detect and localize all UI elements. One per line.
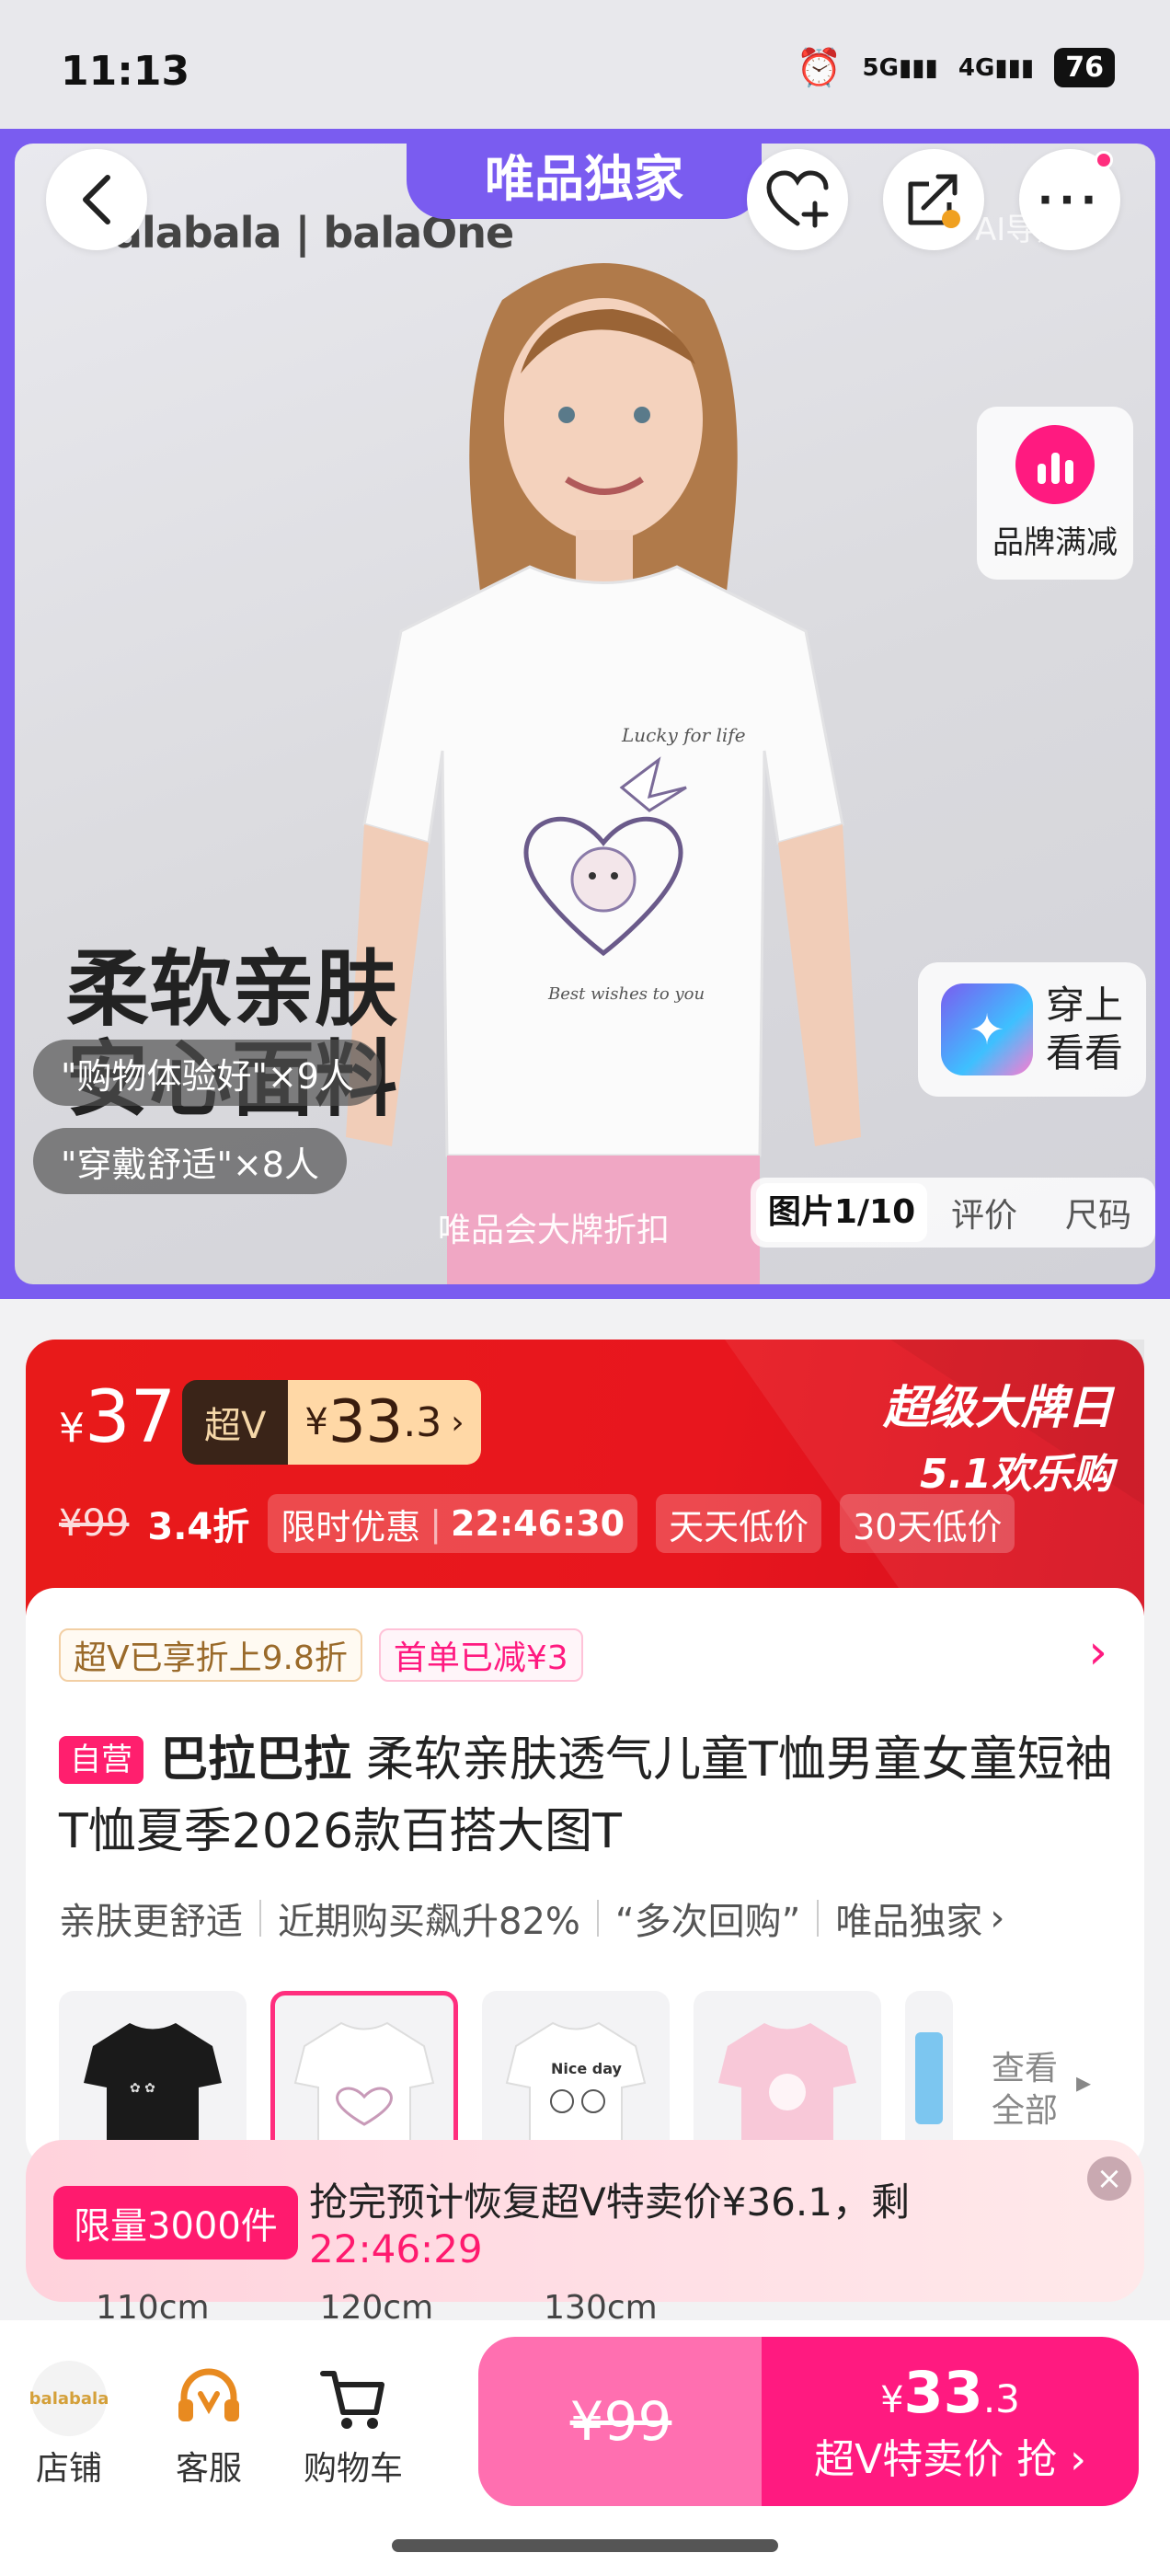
brand-name: 巴拉巴拉 xyxy=(160,1732,352,1788)
watermark: 唯品会大牌折扣 xyxy=(438,1212,671,1249)
self-operated-tag: 自营 xyxy=(59,1736,143,1784)
gallery-tabs: 图片1/10 评价 尺码 xyxy=(751,1178,1155,1248)
product-detail-card: 超V已享折上9.8折 首单已减¥3 › 自营 巴拉巴拉 柔软亲肤透气儿童T恤男童女童… xyxy=(26,1588,1144,2168)
heart-plus-icon xyxy=(766,170,829,228)
original-price: ¥99 xyxy=(59,1502,130,1545)
feature-1: 亲肤更舒适 xyxy=(59,1901,243,1943)
countdown: 22:46:30 xyxy=(451,1503,625,1544)
signal-5g-icon: 5G▮▮▮ xyxy=(862,53,938,82)
try-on-icon: ✦ xyxy=(940,983,1033,1075)
svg-text:Lucky for life: Lucky for life xyxy=(621,724,746,746)
buy-button[interactable]: ¥33.3 超V特卖价 抢 › xyxy=(762,2337,1139,2506)
try-on-label-2: 看看 xyxy=(1045,1030,1123,1075)
review-bubble-2: "穿戴舒适"×8人 xyxy=(33,1128,347,1194)
headline-line-1: 柔软亲肤 xyxy=(66,941,397,1038)
home-indicator xyxy=(392,2539,778,2552)
ai-guide-label[interactable]: AI导购 xyxy=(975,204,1068,249)
svg-text:Nice day: Nice day xyxy=(551,2060,623,2077)
signal-4g-icon: 4G▮▮▮ xyxy=(958,53,1035,82)
battery-icon: 76 xyxy=(1054,48,1115,87)
feature-4: 唯品独家 xyxy=(835,1901,983,1943)
feature-3: “多次回购” xyxy=(614,1901,801,1943)
price-tags-row: ¥99 3.4折 限时优惠 | 22:46:30 天天低价 30天低价 xyxy=(59,1494,1015,1553)
discount-rate: 3.4折 xyxy=(147,1506,250,1548)
svg-text:✿ ✿: ✿ ✿ xyxy=(130,2081,155,2096)
limited-banner[interactable]: 限量3000件 抢完预计恢复超V特卖价¥36.1，剩 22:46:29 × xyxy=(26,2140,1144,2302)
superv-label: 超V xyxy=(182,1380,289,1465)
tab-reviews[interactable]: 评价 xyxy=(927,1189,1041,1236)
status-bar: 11:13 ⏰ 5G▮▮▮ 4G▮▮▮ 76 xyxy=(0,0,1170,129)
superv-discount-chip: 超V已享折上9.8折 xyxy=(59,1628,362,1682)
tab-size[interactable]: 尺码 xyxy=(1041,1189,1155,1236)
chevron-right-icon: › xyxy=(451,1403,465,1442)
brand-discount-card[interactable]: 品牌满减 xyxy=(977,407,1133,580)
superv-price-tag[interactable]: 超V ¥33.3 › xyxy=(182,1380,481,1465)
try-on-label-1: 穿上 xyxy=(1045,983,1123,1028)
limited-tag: 限量3000件 xyxy=(53,2186,298,2260)
nav-service[interactable]: 客服 xyxy=(171,2361,247,2490)
share-icon xyxy=(908,174,960,228)
price-card: ¥37 超V ¥33.3 › 超级大牌日 5.1欢乐购 ¥99 3.4折 限时优惠… xyxy=(26,1340,1144,1616)
brand-discount-icon xyxy=(1015,424,1095,504)
event-line-2: 5.1欢乐购 xyxy=(920,1451,1113,1498)
status-icons: ⏰ 5G▮▮▮ 4G▮▮▮ 76 xyxy=(797,46,1115,89)
event-line-1: 超级大牌日 xyxy=(883,1381,1113,1434)
arrow-right-icon: ▸ xyxy=(1076,2064,1092,2099)
event-badge: 超级大牌日 5.1欢乐购 xyxy=(883,1371,1113,1500)
status-time: 11:13 xyxy=(61,48,190,95)
chevron-right-icon[interactable]: › xyxy=(1088,1625,1107,1680)
svg-text:Best wishes to you: Best wishes to you xyxy=(547,984,705,1004)
model-illustration: Lucky for life Best wishes to you xyxy=(346,263,861,1284)
alarm-icon: ⏰ xyxy=(796,47,843,89)
banner-countdown: 22:46:29 xyxy=(309,2226,483,2271)
original-price-button[interactable]: ¥99 xyxy=(478,2337,763,2506)
product-gallery[interactable]: balabala | balaOne Lucky for life Best w… xyxy=(0,129,1170,1299)
superv-price: ¥33.3 › xyxy=(288,1380,481,1465)
chevron-left-icon xyxy=(83,175,110,224)
buy-label: 超V特卖价 抢 › xyxy=(814,2435,1086,2483)
favorite-button[interactable] xyxy=(747,149,848,250)
promo-chips[interactable]: 超V已享折上9.8折 首单已减¥3 xyxy=(59,1628,583,1682)
shop-logo-icon: balabala xyxy=(29,2361,109,2436)
tab-photos[interactable]: 图片1/10 xyxy=(756,1183,927,1242)
feature-2: 近期购买飙升82% xyxy=(278,1901,580,1943)
cart-icon xyxy=(320,2371,384,2429)
nav-shop[interactable]: balabala 店铺 xyxy=(29,2361,109,2490)
close-icon[interactable]: × xyxy=(1087,2156,1131,2201)
try-on-card[interactable]: ✦ 穿上 看看 xyxy=(918,962,1146,1097)
brand-discount-label: 品牌满减 xyxy=(992,523,1118,561)
review-bubble-1: "购物体验好"×9人 xyxy=(33,1040,382,1106)
share-button[interactable] xyxy=(883,149,984,250)
product-image[interactable]: balabala | balaOne Lucky for life Best w… xyxy=(15,144,1155,1284)
view-all-button[interactable]: 查看 全部 xyxy=(992,2048,1058,2133)
first-order-chip: 首单已减¥3 xyxy=(378,1628,583,1682)
feature-row[interactable]: 亲肤更舒适 近期购买飙升82% “多次回购” 唯品独家 › xyxy=(59,1892,1004,1945)
limited-offer-tag: 限时优惠 | 22:46:30 xyxy=(268,1494,638,1553)
headset-icon xyxy=(178,2368,239,2421)
daily-low-tag: 天天低价 xyxy=(656,1494,822,1553)
back-button[interactable] xyxy=(46,149,147,250)
chevron-right-icon: › xyxy=(1057,2435,1086,2483)
current-price: ¥37 xyxy=(59,1376,177,1459)
notification-dot xyxy=(1095,151,1113,169)
banner-text: 抢完预计恢复超V特卖价¥36.1，剩 xyxy=(309,2179,910,2225)
product-title: 自营 巴拉巴拉 柔软亲肤透气儿童T恤男童女童短袖T恤夏季2026款百搭大图T xyxy=(59,1724,1117,1868)
thirty-day-low-tag: 30天低价 xyxy=(840,1494,1015,1553)
exclusive-tab: 唯品独家 xyxy=(407,129,762,219)
chevron-right-icon: › xyxy=(990,1897,1005,1939)
nav-cart[interactable]: 购物车 xyxy=(304,2361,403,2490)
buy-price: ¥33.3 xyxy=(880,2358,1020,2426)
